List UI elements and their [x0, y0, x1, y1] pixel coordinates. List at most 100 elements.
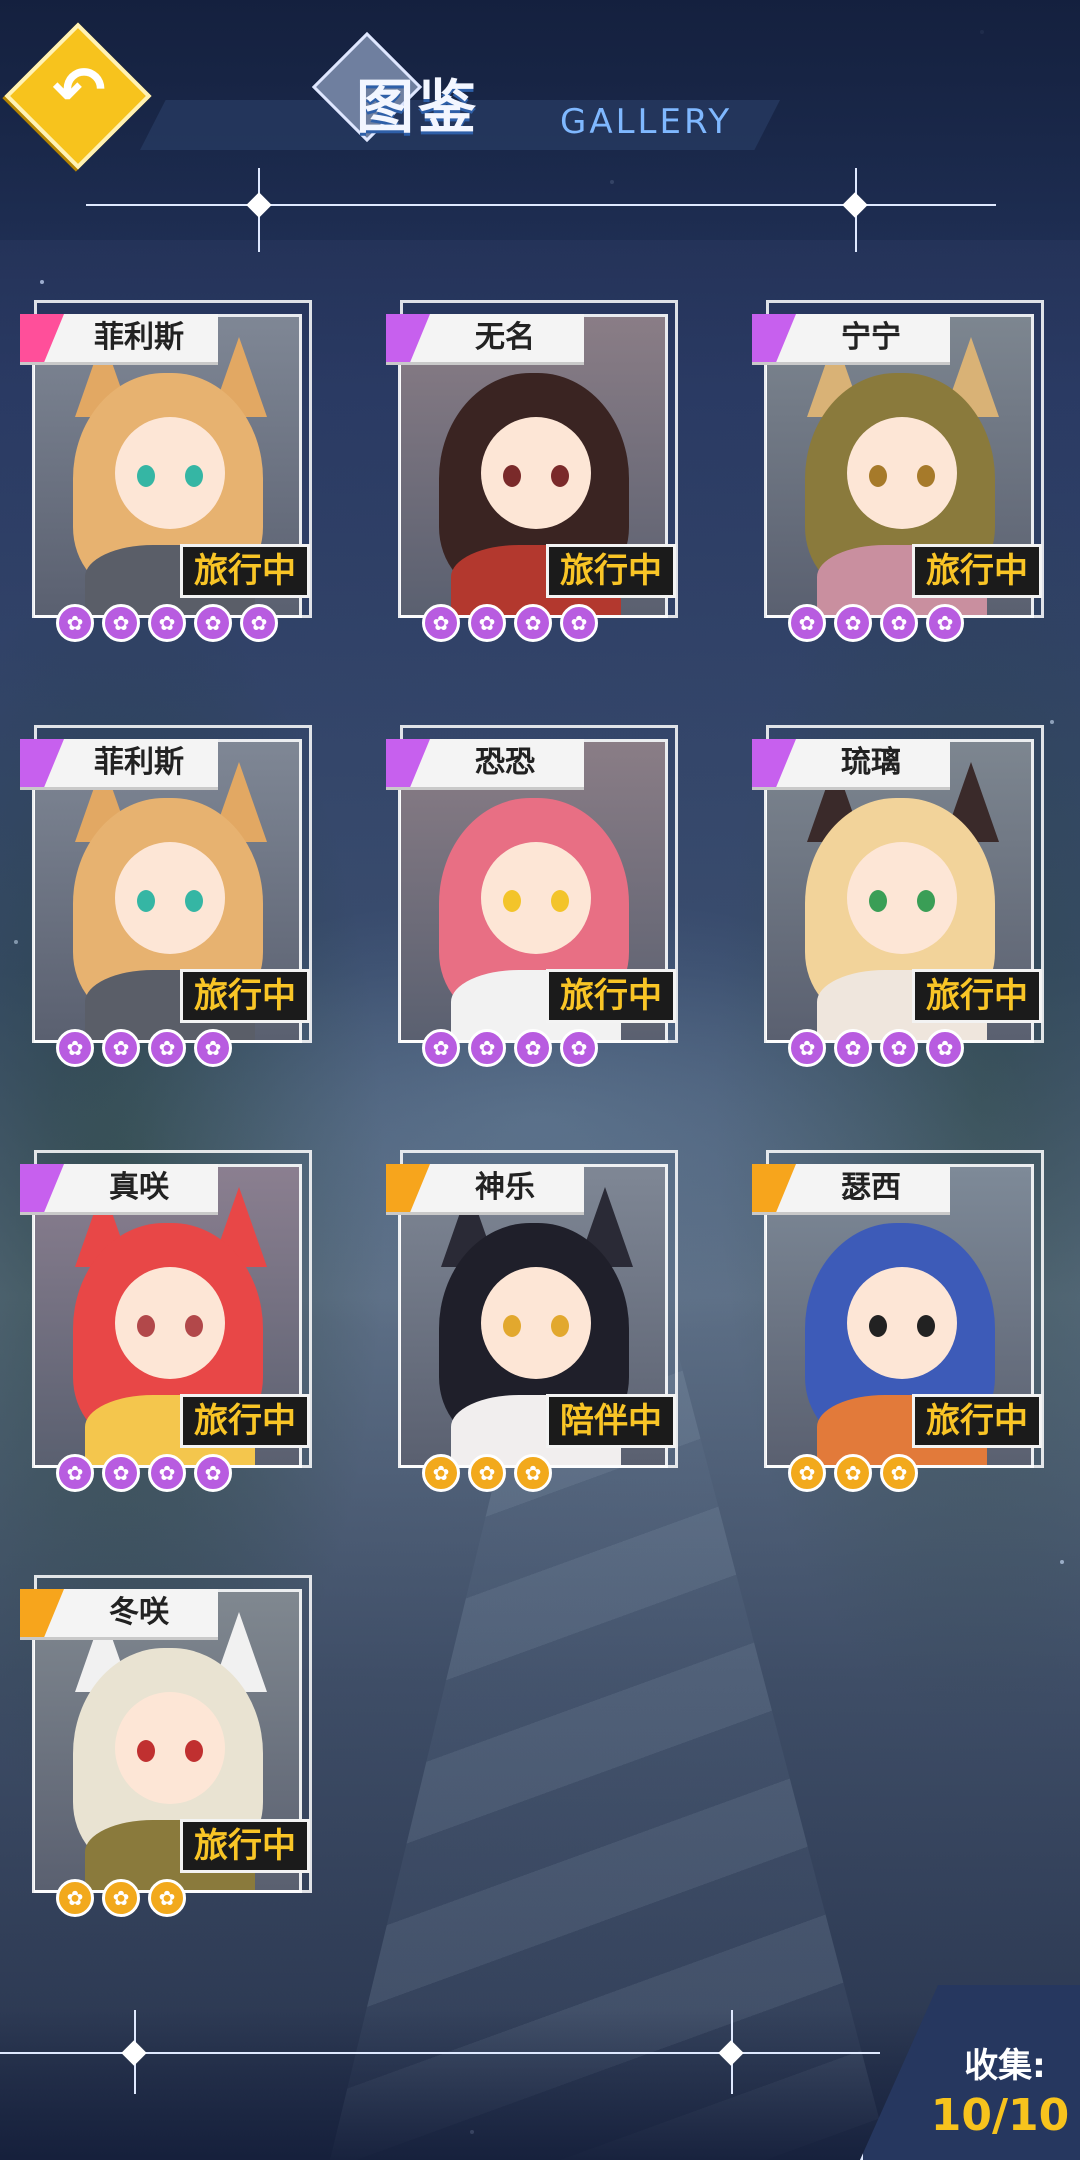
- paw-icon: ✿: [514, 1454, 552, 1492]
- paw-icon: ✿: [880, 1454, 918, 1492]
- character-card[interactable]: 宁宁 旅行中 ✿ ✿ ✿ ✿: [752, 300, 1044, 642]
- paw-rating: ✿ ✿ ✿ ✿ ✿: [56, 604, 278, 644]
- character-eye: [917, 890, 935, 912]
- paw-icon: ✿: [788, 1029, 826, 1067]
- character-face: [847, 1267, 957, 1379]
- character-eye: [551, 1315, 569, 1337]
- paw-rating: ✿ ✿ ✿ ✿: [422, 604, 598, 644]
- paw-rating: ✿ ✿ ✿ ✿: [56, 1029, 232, 1069]
- character-eye: [869, 465, 887, 487]
- status-badge: 旅行中: [912, 969, 1042, 1023]
- character-eye: [917, 465, 935, 487]
- paw-icon: ✿: [468, 1454, 506, 1492]
- paw-icon: ✿: [468, 1029, 506, 1067]
- character-eye: [137, 890, 155, 912]
- character-name: 恐恐: [475, 745, 535, 780]
- paw-icon: ✿: [788, 604, 826, 642]
- character-eye: [185, 465, 203, 487]
- character-face: [847, 417, 957, 529]
- character-eye: [137, 1740, 155, 1762]
- paw-icon: ✿: [194, 604, 232, 642]
- paw-icon: ✿: [148, 1029, 186, 1067]
- character-face: [481, 417, 591, 529]
- character-eye: [185, 890, 203, 912]
- character-eye: [185, 1740, 203, 1762]
- paw-icon: ✿: [834, 604, 872, 642]
- paw-rating: ✿ ✿ ✿ ✿: [788, 604, 964, 644]
- character-name: 无名: [475, 320, 535, 355]
- paw-icon: ✿: [926, 1029, 964, 1067]
- status-badge: 旅行中: [546, 969, 676, 1023]
- paw-icon: ✿: [834, 1029, 872, 1067]
- character-name: 宁宁: [841, 320, 901, 355]
- paw-icon: ✿: [194, 1454, 232, 1492]
- status-badge: 旅行中: [180, 1394, 310, 1448]
- paw-rating: ✿ ✿ ✿ ✿: [422, 1029, 598, 1069]
- character-eye: [503, 465, 521, 487]
- paw-icon: ✿: [148, 1879, 186, 1917]
- status-badge: 旅行中: [912, 544, 1042, 598]
- paw-icon: ✿: [514, 604, 552, 642]
- back-arrow-icon[interactable]: ↶: [44, 56, 114, 126]
- paw-rating: ✿ ✿ ✿ ✿: [788, 1029, 964, 1069]
- paw-icon: ✿: [102, 604, 140, 642]
- character-card[interactable]: 瑟西 旅行中 ✿ ✿ ✿: [752, 1150, 1044, 1492]
- character-eye: [917, 1315, 935, 1337]
- page-subtitle: GALLERY: [560, 102, 733, 142]
- paw-icon: ✿: [194, 1029, 232, 1067]
- paw-icon: ✿: [102, 1454, 140, 1492]
- status-badge: 旅行中: [180, 544, 310, 598]
- paw-icon: ✿: [788, 1454, 826, 1492]
- character-card[interactable]: 真咲 旅行中 ✿ ✿ ✿ ✿: [20, 1150, 312, 1492]
- character-face: [115, 1267, 225, 1379]
- character-name: 神乐: [475, 1170, 535, 1205]
- character-face: [115, 1692, 225, 1804]
- character-eye: [551, 890, 569, 912]
- paw-icon: ✿: [422, 604, 460, 642]
- paw-icon: ✿: [926, 604, 964, 642]
- paw-icon: ✿: [560, 1029, 598, 1067]
- character-card[interactable]: 菲利斯 旅行中 ✿ ✿ ✿ ✿ ✿: [20, 300, 312, 642]
- character-card[interactable]: 菲利斯 旅行中 ✿ ✿ ✿ ✿: [20, 725, 312, 1067]
- character-face: [115, 842, 225, 954]
- paw-icon: ✿: [56, 604, 94, 642]
- paw-icon: ✿: [834, 1454, 872, 1492]
- paw-icon: ✿: [56, 1029, 94, 1067]
- character-eye: [503, 1315, 521, 1337]
- character-card[interactable]: 琉璃 旅行中 ✿ ✿ ✿ ✿: [752, 725, 1044, 1067]
- status-badge: 旅行中: [912, 1394, 1042, 1448]
- status-badge: 旅行中: [546, 544, 676, 598]
- paw-rating: ✿ ✿ ✿: [56, 1879, 186, 1919]
- character-card[interactable]: 恐恐 旅行中 ✿ ✿ ✿ ✿: [386, 725, 678, 1067]
- collection-count: 10/10: [930, 2090, 1070, 2141]
- character-eye: [503, 890, 521, 912]
- paw-icon: ✿: [422, 1454, 460, 1492]
- character-card[interactable]: 冬咲 旅行中 ✿ ✿ ✿: [20, 1575, 312, 1917]
- character-name: 菲利斯: [94, 320, 184, 355]
- paw-icon: ✿: [560, 604, 598, 642]
- character-name: 琉璃: [841, 745, 901, 780]
- paw-icon: ✿: [514, 1029, 552, 1067]
- collection-label: 收集:: [964, 2046, 1046, 2086]
- page-title: 图鉴: [356, 73, 481, 141]
- character-face: [481, 842, 591, 954]
- paw-icon: ✿: [422, 1029, 460, 1067]
- paw-icon: ✿: [880, 604, 918, 642]
- character-card[interactable]: 无名 旅行中 ✿ ✿ ✿ ✿: [386, 300, 678, 642]
- character-card[interactable]: 神乐 陪伴中 ✿ ✿ ✿: [386, 1150, 678, 1492]
- status-badge: 旅行中: [180, 1819, 310, 1873]
- character-eye: [137, 1315, 155, 1337]
- character-name: 瑟西: [841, 1170, 901, 1205]
- character-name: 真咲: [109, 1170, 169, 1205]
- paw-icon: ✿: [56, 1454, 94, 1492]
- character-face: [847, 842, 957, 954]
- paw-icon: ✿: [148, 604, 186, 642]
- paw-rating: ✿ ✿ ✿: [422, 1454, 552, 1494]
- paw-icon: ✿: [468, 604, 506, 642]
- status-badge: 陪伴中: [546, 1394, 676, 1448]
- paw-icon: ✿: [102, 1879, 140, 1917]
- paw-icon: ✿: [240, 604, 278, 642]
- paw-icon: ✿: [148, 1454, 186, 1492]
- header: 图鉴 GALLERY ↶: [0, 0, 1080, 252]
- character-eye: [551, 465, 569, 487]
